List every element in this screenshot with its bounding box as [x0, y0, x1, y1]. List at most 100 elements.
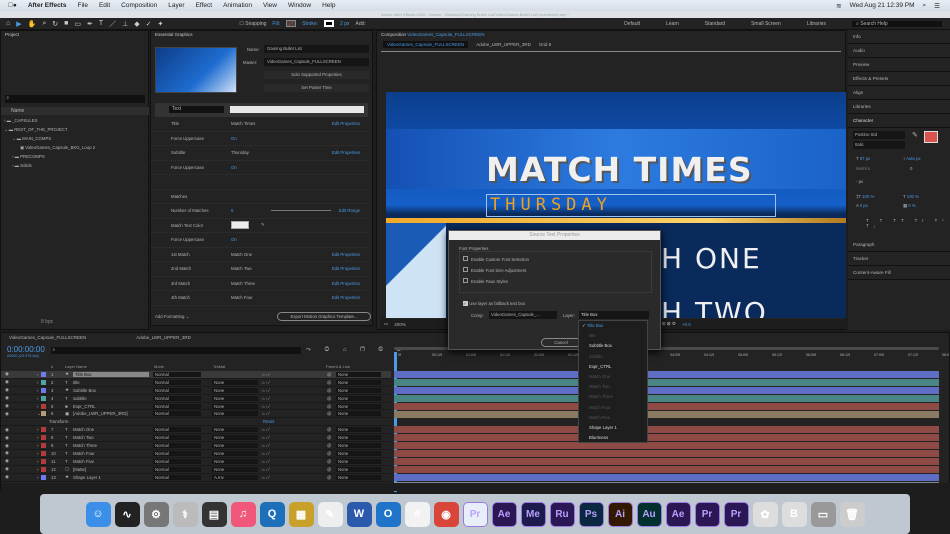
- layer-switches[interactable]: ⌂ ◦ ⁄: [262, 427, 269, 432]
- blend-mode-select[interactable]: Normal: [153, 435, 201, 441]
- horizontal-scale-field[interactable]: T 100 %: [903, 194, 919, 199]
- visibility-eye-icon[interactable]: ◉: [5, 427, 9, 433]
- eg-master-select[interactable]: VideoGames_Capsule_FULLSCREEN: [264, 58, 369, 66]
- project-item[interactable]: ▣ VideoGames_Capsule_BKG_Loop 2: [1, 143, 149, 152]
- panel-info[interactable]: Info: [848, 30, 950, 44]
- layer-duration-bar[interactable]: [394, 410, 939, 418]
- eg-property-value[interactable]: Match Times: [231, 121, 331, 126]
- layer-switches[interactable]: ⌂ ◦ ⁄: [262, 372, 269, 377]
- visibility-eye-icon[interactable]: ◉: [5, 435, 9, 441]
- layer-row[interactable]: ◉ › 3 ★ Subtitle Box Normal None ⌂ ◦ ⁄ @ None: [1, 387, 391, 395]
- stamp-tool-icon[interactable]: ⊥: [122, 20, 128, 28]
- dock-premiere-rush-icon[interactable]: Ru: [549, 501, 575, 527]
- blend-mode-select[interactable]: Normal: [153, 371, 201, 377]
- parent-select[interactable]: None: [336, 379, 381, 385]
- export-mogrt-button[interactable]: Export Motion Graphics Template...: [277, 312, 371, 321]
- menu-window[interactable]: Window: [288, 2, 311, 9]
- roto-brush-icon[interactable]: ✓: [146, 20, 152, 28]
- layer-row[interactable]: ◉ › 11 T Match Five Normal None ⌂ ◦ ⁄ @ None: [1, 458, 391, 466]
- label-color-swatch[interactable]: [41, 450, 46, 456]
- dropdown-item[interactable]: Blurriness: [579, 433, 647, 443]
- track-matte-select[interactable]: None: [212, 427, 258, 433]
- layer-switches[interactable]: ⌂ ◦ ⁄: [262, 475, 269, 480]
- label-color-swatch[interactable]: [41, 395, 46, 401]
- visibility-eye-icon[interactable]: ◉: [5, 395, 9, 401]
- eyedropper-icon[interactable]: ✎: [261, 222, 265, 228]
- visibility-eye-icon[interactable]: ◉: [5, 411, 9, 417]
- pickwhip-icon[interactable]: @: [327, 443, 331, 448]
- pickwhip-icon[interactable]: @: [327, 404, 331, 409]
- layer-row[interactable]: ◉ ⌄ 6 ▣ [Adobe_LWR_UPPER_3RD] Normal None ⌂ ◦ ⁄…: [1, 411, 391, 419]
- menu-composition[interactable]: Composition: [121, 2, 157, 9]
- parent-select[interactable]: None: [336, 371, 381, 377]
- blend-mode-select[interactable]: Normal: [153, 458, 201, 464]
- parent-select[interactable]: None: [336, 395, 381, 401]
- label-color-swatch[interactable]: [41, 474, 46, 480]
- visibility-eye-icon[interactable]: ◉: [5, 379, 9, 385]
- layer-duration-bar[interactable]: [394, 394, 939, 402]
- add-formatting-select[interactable]: Add Formatting ⌄: [155, 312, 210, 321]
- blend-mode-select[interactable]: Normal: [153, 474, 201, 480]
- pickwhip-icon[interactable]: @: [327, 380, 331, 385]
- visibility-eye-icon[interactable]: ◉: [5, 371, 9, 377]
- layer-name[interactable]: [Matte]: [73, 467, 86, 472]
- edit-properties-link[interactable]: Edit Properties: [332, 121, 368, 126]
- label-color-swatch[interactable]: [41, 403, 46, 409]
- project-col-name[interactable]: Name: [1, 107, 149, 115]
- blend-mode-select[interactable]: Normal: [153, 379, 201, 385]
- tracking-field[interactable]: 0: [910, 166, 912, 171]
- blend-mode-select[interactable]: Normal: [153, 450, 201, 456]
- parent-select[interactable]: None: [336, 411, 381, 417]
- pickwhip-icon[interactable]: @: [327, 372, 331, 377]
- monitor-icon[interactable]: ▭: [384, 321, 388, 327]
- label-color-swatch[interactable]: [41, 379, 46, 385]
- layer-duration-bar[interactable]: [394, 402, 939, 410]
- layer-duration-bar[interactable]: [394, 426, 939, 434]
- timeline-tab-fullscreen[interactable]: VideoGames_Capsule_FULLSCREEN: [9, 335, 86, 340]
- project-item[interactable]: › ▬ _CAPSULES: [1, 116, 149, 125]
- baseline-shift-field[interactable]: A 0 px: [856, 203, 868, 208]
- col-parent[interactable]: Parent & Link: [326, 364, 350, 369]
- spotlight-icon[interactable]: ⌕: [923, 2, 927, 10]
- camera-tool-icon[interactable]: ■: [64, 20, 68, 27]
- track-matte-select[interactable]: None: [212, 458, 258, 464]
- layer-switches[interactable]: ⌂ ◦ ⁄: [262, 467, 269, 472]
- label-color-swatch[interactable]: [41, 466, 46, 472]
- puppet-tool-icon[interactable]: ✦: [158, 20, 164, 28]
- label-color-swatch[interactable]: [41, 387, 46, 393]
- parent-select[interactable]: None: [336, 427, 381, 433]
- layer-duration-bar[interactable]: [394, 371, 939, 378]
- viewer-options-icon[interactable]: ⊞ ⊠ ⚙: [662, 321, 676, 327]
- matches-slider[interactable]: [271, 210, 331, 212]
- layer-name[interactable]: Subtitle Box: [73, 388, 96, 393]
- pickwhip-icon[interactable]: @: [327, 459, 331, 464]
- parent-select[interactable]: None: [336, 403, 381, 409]
- dock-textedit-icon[interactable]: ✎: [317, 501, 343, 527]
- bpc-indicator[interactable]: 8 bpc: [41, 319, 53, 325]
- layer-switches[interactable]: ⌂ ◦ ⁄: [262, 443, 269, 448]
- label-color-swatch[interactable]: [41, 411, 46, 417]
- pickwhip-icon[interactable]: @: [327, 411, 331, 416]
- dock-slack-icon[interactable]: #: [404, 501, 430, 527]
- tsume-field[interactable]: ▦ 0 %: [903, 203, 916, 209]
- brush-tool-icon[interactable]: ／: [109, 19, 116, 29]
- layer-row[interactable]: ◉ › 13 ★ Shape Layer 1 Normal A.Inv ⌂ ◦ ⁄ @ None: [1, 474, 391, 482]
- menu-app-name[interactable]: After Effects: [28, 2, 67, 9]
- layer-name[interactable]: title: [73, 380, 80, 385]
- pickwhip-icon[interactable]: @: [327, 475, 331, 480]
- dock-downloads-stack-icon[interactable]: ▭: [810, 501, 836, 527]
- selection-tool-icon[interactable]: ▶: [16, 20, 21, 28]
- workspace-libraries[interactable]: Libraries: [807, 21, 826, 27]
- visibility-eye-icon[interactable]: ◉: [5, 450, 9, 456]
- expand-arrow-icon[interactable]: ›: [37, 435, 38, 440]
- edit-properties-link[interactable]: Edit Properties: [332, 252, 368, 257]
- expand-arrow-icon[interactable]: ›: [37, 467, 38, 472]
- dock-itunes-icon[interactable]: ♫: [230, 501, 256, 527]
- hand-tool-icon[interactable]: ✋: [28, 20, 37, 28]
- edit-properties-link[interactable]: Edit Properties: [332, 150, 368, 155]
- track-matte-select[interactable]: None: [212, 379, 258, 385]
- menu-file[interactable]: File: [77, 2, 87, 9]
- solo-properties-button[interactable]: Solo Supported Properties: [264, 71, 369, 79]
- track-matte-select[interactable]: None: [212, 435, 258, 441]
- layer-switches[interactable]: ⌂ ◦ ⁄: [262, 404, 269, 409]
